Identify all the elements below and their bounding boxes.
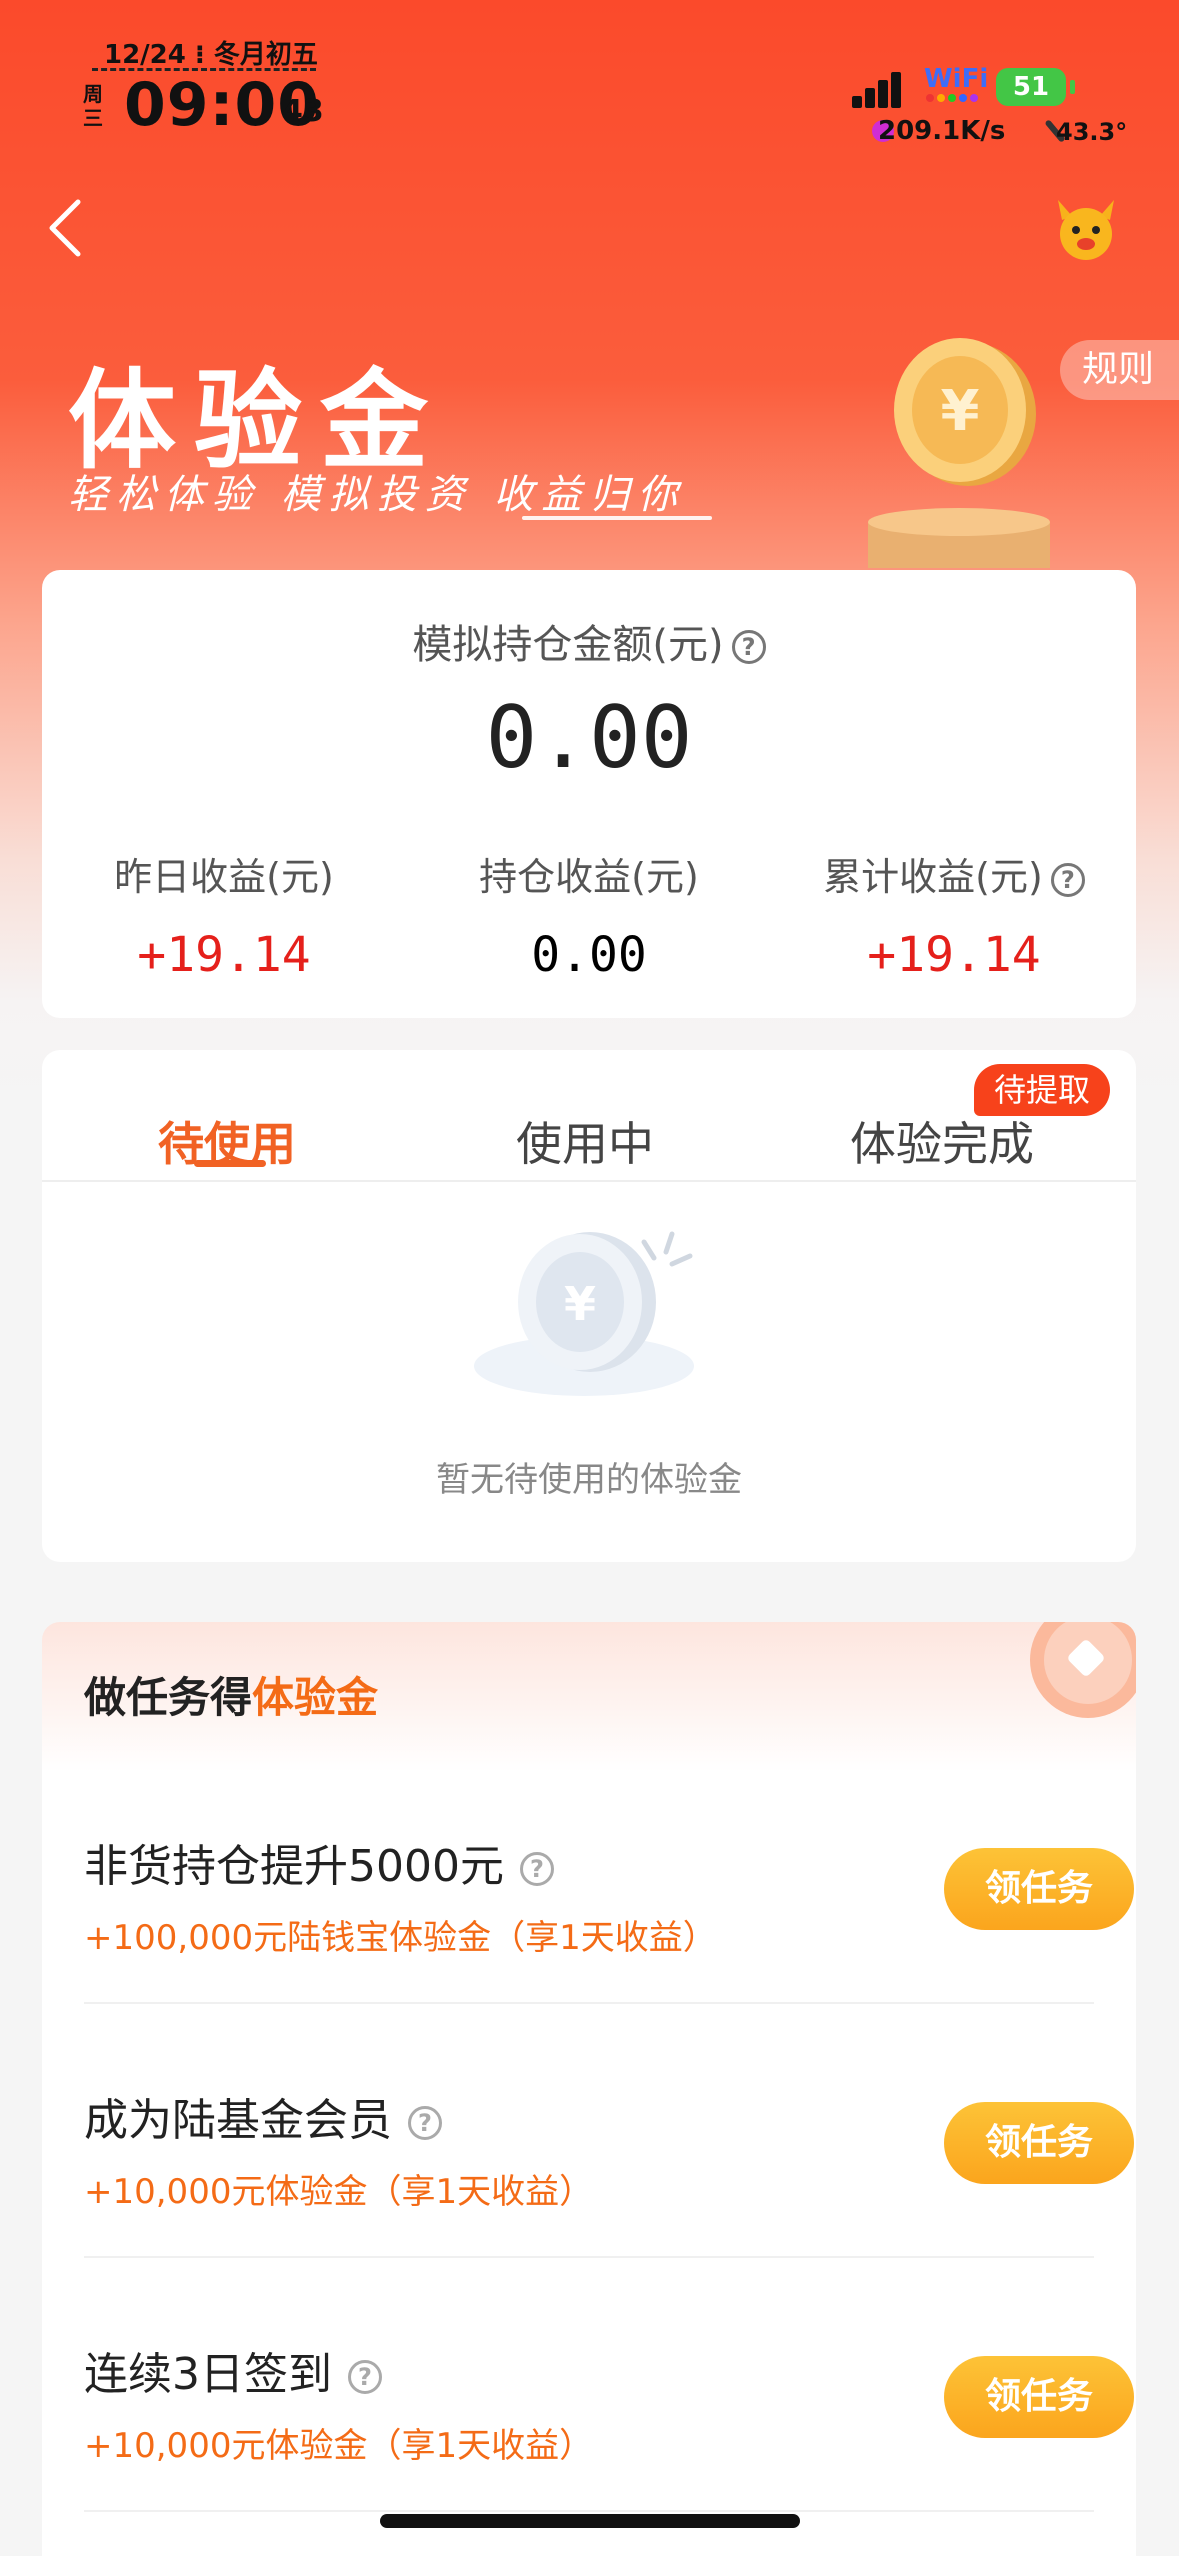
task-name: 成为陆基金会员?: [84, 2084, 442, 2148]
help-icon[interactable]: ?: [348, 2360, 382, 2394]
hero-subtitle-underline: [522, 516, 712, 520]
holding-amount-label: 模拟持仓金额(元)?: [42, 612, 1136, 670]
help-icon[interactable]: ?: [731, 630, 766, 664]
tasks-title-highlight: 体验金: [252, 1673, 379, 1722]
signal-icon: [852, 72, 902, 108]
total-profit-label-text: 累计收益(元): [823, 855, 1043, 899]
chevron-left-icon: [49, 199, 81, 257]
total-profit-label: 累计收益(元)?: [772, 846, 1136, 901]
tab-active-indicator: [194, 1160, 266, 1167]
task-divider: [84, 2510, 1094, 2512]
help-icon[interactable]: ?: [519, 1852, 554, 1886]
task-reward: +100,000元陆钱宝体验金（享1天收益）: [84, 1918, 717, 1958]
holding-summary-card: 模拟持仓金额(元)? 0.00 昨日收益(元) +19.14 持仓收益(元) 0…: [42, 570, 1136, 1018]
tab-in-use[interactable]: 使用中: [516, 1108, 654, 1174]
status-net-speed: 209.1K/s: [878, 116, 1006, 146]
home-indicator[interactable]: [380, 2514, 800, 2528]
help-icon[interactable]: ?: [1050, 862, 1085, 897]
status-weekday: 周三: [83, 82, 103, 130]
task-name-text: 非货持仓提升5000元: [84, 1841, 504, 1892]
tabs-divider: [42, 1180, 1136, 1182]
tasks-title: 做任务得体验金: [84, 1664, 378, 1725]
task-reward: +10,000元体验金（享1天收益）: [84, 2172, 594, 2212]
battery-tip: [1070, 80, 1075, 94]
status-temperature: 43.3°: [1056, 118, 1128, 146]
tasks-card: 做任务得体验金 非货持仓提升5000元? +100,000元陆钱宝体验金（享1天…: [42, 1622, 1136, 2556]
trial-fund-tabs-card: 待使用 使用中 体验完成 待提取 ¥ 暂无待使用的体验金: [42, 1050, 1136, 1562]
yesterday-profit-label: 昨日收益(元): [114, 855, 334, 899]
svg-text:¥: ¥: [564, 1277, 596, 1331]
help-icon[interactable]: ?: [408, 2106, 442, 2140]
hero-subtitle: 轻松体验 模拟投资 收益归你: [68, 472, 686, 518]
tab-badge: 待提取: [974, 1064, 1111, 1116]
empty-coin-icon: ¥: [472, 1220, 712, 1420]
task-name: 连续3日签到?: [84, 2338, 382, 2402]
coin-illustration: ¥: [888, 330, 1038, 490]
total-profit: 累计收益(元)? +19.14: [772, 846, 1136, 983]
claim-task-button[interactable]: 领任务: [944, 2102, 1134, 2184]
coin-stack-illustration: [866, 508, 1052, 568]
task-divider: [84, 2002, 1094, 2004]
task-name-text: 连续3日签到: [84, 2349, 332, 2400]
empty-state-text: 暂无待使用的体验金: [436, 1460, 742, 1500]
page: 12/24 ⁝ 冬月初五 周三 09:00 43 WiFi 51 209.1K/…: [0, 0, 1179, 2556]
holding-amount-label-text: 模拟持仓金额(元): [412, 622, 724, 668]
wifi-icon: WiFi: [924, 64, 989, 94]
svg-text:¥: ¥: [941, 379, 980, 444]
status-seconds: 43: [282, 94, 324, 129]
tab-completed[interactable]: 体验完成: [850, 1108, 1034, 1174]
status-bar: 12/24 ⁝ 冬月初五 周三 09:00 43 WiFi 51 209.1K/…: [0, 0, 1179, 160]
yesterday-profit-value: +19.14: [137, 927, 311, 983]
holding-profit-value: 0.00: [531, 927, 647, 983]
status-date: 12/24 ⁝ 冬月初五: [104, 40, 318, 70]
holding-profit-label: 持仓收益(元): [479, 855, 699, 899]
holding-profit: 持仓收益(元) 0.00: [407, 846, 771, 983]
yesterday-profit: 昨日收益(元) +19.14: [42, 846, 406, 983]
task-name-text: 成为陆基金会员: [84, 2095, 392, 2146]
tasks-title-prefix: 做任务得: [84, 1673, 253, 1722]
task-item: 成为陆基金会员? +10,000元体验金（享1天收益） 领任务: [84, 2084, 1134, 2338]
rules-button[interactable]: 规则: [1060, 340, 1179, 400]
wifi-indicator-dots: [926, 94, 984, 106]
gift-decoration-icon: [1016, 1622, 1136, 1742]
holding-amount-value: 0.00: [485, 688, 693, 788]
claim-task-button[interactable]: 领任务: [944, 2356, 1134, 2438]
back-button[interactable]: [40, 188, 100, 268]
claim-task-button[interactable]: 领任务: [944, 1848, 1134, 1930]
total-profit-value: +19.14: [867, 927, 1041, 983]
task-divider: [84, 2256, 1094, 2258]
mascot-icon[interactable]: [1050, 196, 1122, 262]
task-name: 非货持仓提升5000元?: [84, 1830, 554, 1894]
task-item: 非货持仓提升5000元? +100,000元陆钱宝体验金（享1天收益） 领任务: [84, 1830, 1134, 2084]
battery-icon: 51: [996, 68, 1066, 106]
task-reward: +10,000元体验金（享1天收益）: [84, 2426, 594, 2466]
